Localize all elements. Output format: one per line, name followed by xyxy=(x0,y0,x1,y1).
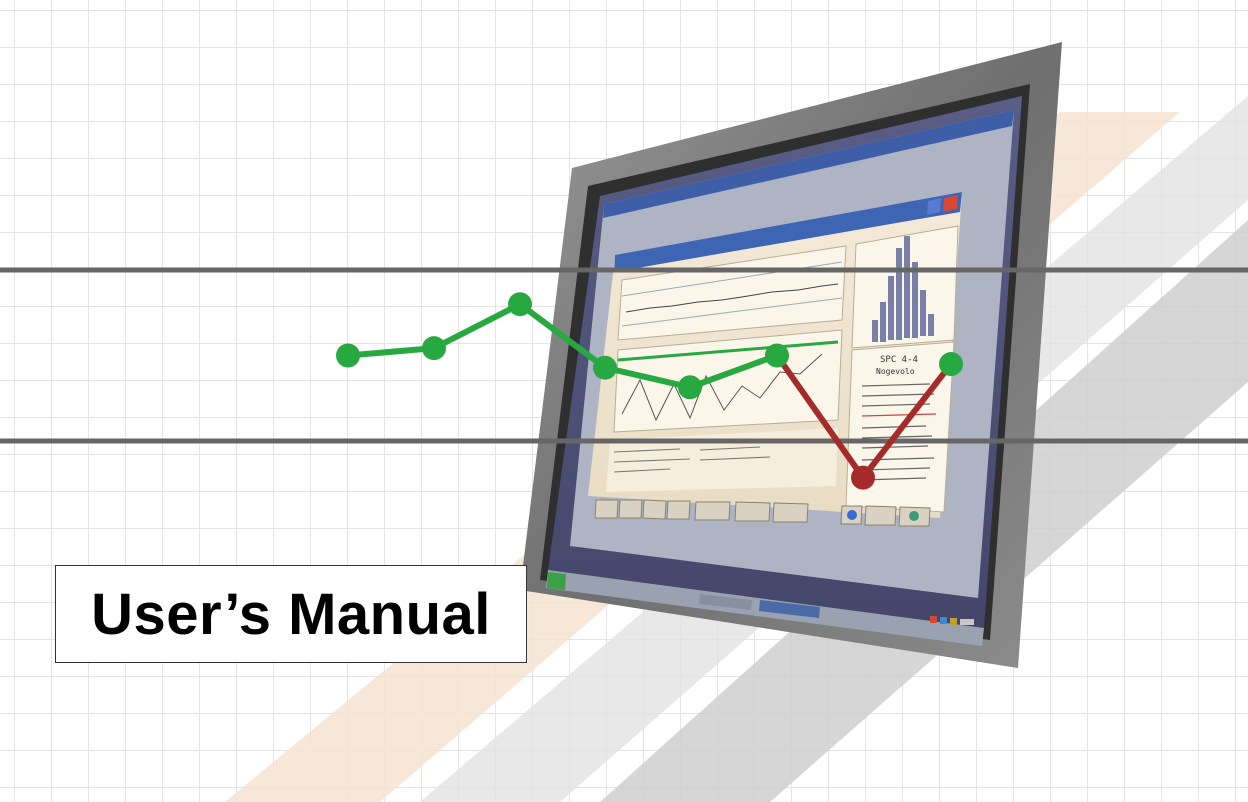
stats-panel-subtitle: Nogevolo xyxy=(876,367,915,376)
toolbar-button[interactable] xyxy=(594,499,619,519)
toolbar-button[interactable] xyxy=(694,501,731,521)
chart-data-point xyxy=(336,343,360,368)
chart-data-point xyxy=(422,336,446,361)
start-button[interactable] xyxy=(547,572,566,590)
chart-data-point xyxy=(678,375,702,400)
manual-cover: SPC 4-4 Nogevolo User’s Manual xyxy=(0,0,1248,802)
out-of-control-point xyxy=(851,465,875,490)
chart-data-point xyxy=(593,355,617,380)
info-icon xyxy=(847,510,857,520)
toolbar-button[interactable] xyxy=(772,502,809,523)
cover-artwork: SPC 4-4 Nogevolo xyxy=(0,0,1248,802)
toolbar-button[interactable] xyxy=(734,501,771,522)
title-box: User’s Manual xyxy=(55,565,527,663)
globe-icon xyxy=(909,511,919,521)
toolbar-button[interactable] xyxy=(864,505,897,526)
toolbar-button[interactable] xyxy=(642,499,667,520)
chart-data-point xyxy=(939,352,963,377)
stats-panel-title: SPC 4-4 xyxy=(880,355,918,365)
chart-data-point xyxy=(765,343,789,368)
toolbar-button[interactable] xyxy=(666,500,691,520)
chart-data-point xyxy=(508,292,532,317)
toolbar-button[interactable] xyxy=(618,499,643,519)
manual-title: User’s Manual xyxy=(91,581,491,647)
